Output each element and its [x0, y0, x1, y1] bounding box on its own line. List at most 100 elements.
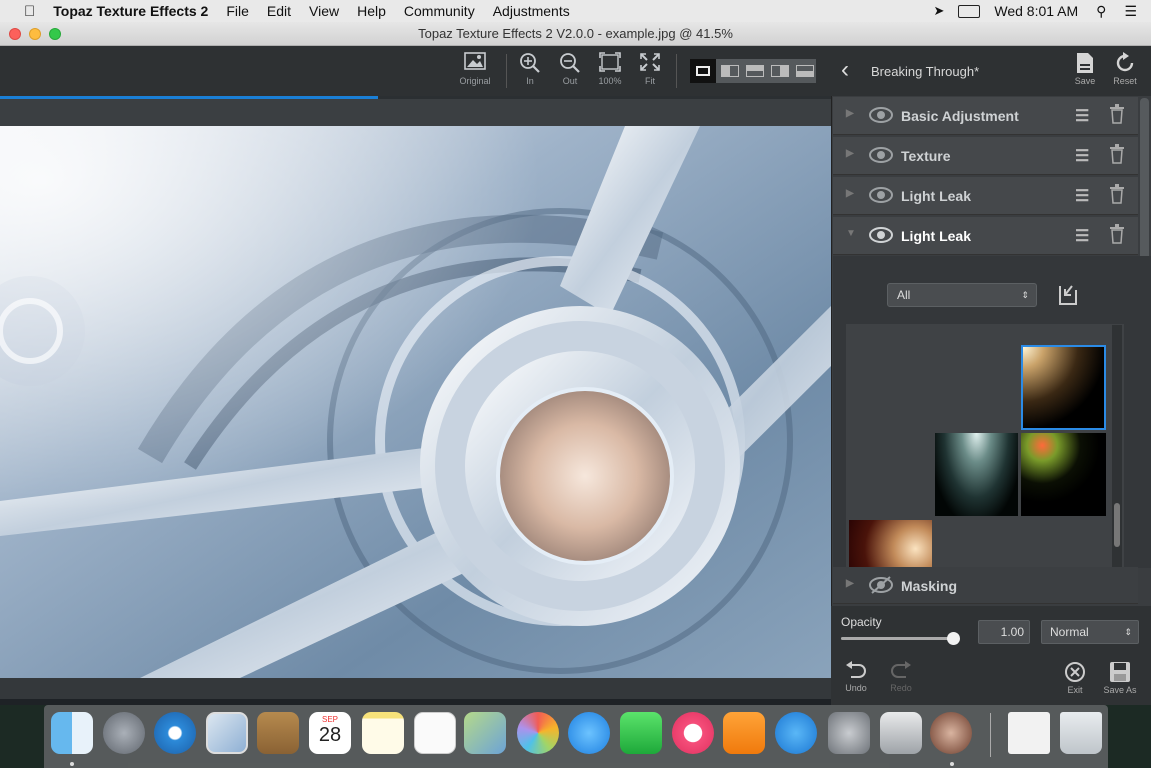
notes-icon[interactable] — [362, 712, 404, 754]
document-icon[interactable] — [1008, 712, 1050, 754]
display-icon[interactable] — [958, 4, 981, 18]
original-button[interactable]: Original — [454, 52, 496, 86]
stacked-view-button[interactable] — [796, 65, 814, 77]
installer-icon[interactable] — [880, 712, 922, 754]
thumbnail[interactable] — [849, 520, 932, 568]
thumbnail[interactable] — [1021, 433, 1106, 516]
fit-label: Fit — [645, 76, 655, 86]
clock[interactable]: Wed 8:01 AM — [994, 3, 1078, 19]
menu-file[interactable]: File — [226, 3, 249, 19]
hamburger-menu-icon[interactable]: ☰ — [1075, 186, 1089, 206]
app-menu[interactable]: Topaz Texture Effects 2 — [53, 3, 208, 19]
thumbnail-scroll-thumb[interactable] — [1114, 503, 1120, 547]
zoom-out-button[interactable]: Out — [549, 52, 591, 86]
opacity-slider-knob[interactable] — [947, 632, 960, 645]
thumbnail-scroll-track[interactable] — [1112, 325, 1122, 567]
photos-icon[interactable] — [517, 712, 559, 754]
save-document-icon — [1077, 53, 1093, 73]
import-icon[interactable] — [1056, 284, 1078, 306]
close-button[interactable] — [9, 28, 21, 40]
blend-mode-select[interactable]: Normal ⇕ — [1041, 620, 1139, 644]
apple-icon[interactable]:  — [24, 3, 35, 20]
finder-icon[interactable] — [51, 712, 93, 754]
eye-icon — [869, 187, 893, 203]
split-horizontal-button[interactable] — [746, 65, 764, 77]
layer-texture[interactable]: ▶ Texture ☰ — [833, 137, 1138, 175]
save-as-button[interactable]: Save As — [1099, 661, 1141, 695]
layer-light-leak-2[interactable]: ▼ Light Leak ☰ — [833, 217, 1138, 255]
itunes-icon[interactable] — [672, 712, 714, 754]
zoom-in-label: In — [526, 76, 534, 86]
select-arrows-icon: ⇕ — [1124, 627, 1132, 637]
location-icon[interactable]: ➤ — [933, 3, 944, 19]
redo-button[interactable]: Redo — [886, 661, 916, 693]
expand-arrow-icon[interactable]: ▶ — [846, 578, 854, 589]
single-view-button[interactable] — [690, 59, 716, 83]
menu-edit[interactable]: Edit — [267, 3, 291, 19]
window-title: Topaz Texture Effects 2 V2.0.0 - example… — [418, 26, 733, 41]
reminders-icon[interactable] — [414, 712, 456, 754]
maps-icon[interactable] — [464, 712, 506, 754]
search-icon[interactable]: ⚲ — [1096, 3, 1106, 20]
calendar-icon[interactable]: SEP 28 — [309, 712, 351, 754]
mail-icon[interactable] — [206, 712, 248, 754]
layer-name: Basic Adjustment — [901, 108, 1019, 124]
topaz-texture-effects-icon[interactable] — [930, 712, 972, 754]
thumbnail[interactable] — [935, 433, 1018, 516]
expand-arrow-icon[interactable]: ▶ — [846, 148, 854, 159]
facetime-icon[interactable] — [620, 712, 662, 754]
light-leak-thumbnails — [846, 324, 1124, 568]
notification-center-icon[interactable]: ☰ — [1124, 3, 1137, 20]
hamburger-menu-icon[interactable]: ☰ — [1075, 226, 1089, 246]
eye-slash-icon — [869, 576, 893, 594]
opacity-slider-fill — [841, 637, 953, 640]
app-store-icon[interactable] — [775, 712, 817, 754]
split-vertical-button[interactable] — [721, 65, 739, 77]
calendar-day: 28 — [318, 724, 342, 746]
canvas-footer — [0, 678, 831, 699]
eye-icon — [869, 147, 893, 163]
zoom-button[interactable] — [49, 28, 61, 40]
menu-community[interactable]: Community — [404, 3, 475, 19]
side-by-side-button[interactable] — [771, 65, 789, 77]
zoom-100-button[interactable]: 100% — [589, 52, 631, 86]
zoom-in-button[interactable]: In — [509, 52, 551, 86]
layer-basic-adjustment[interactable]: ▶ Basic Adjustment ☰ — [833, 97, 1138, 135]
trash-icon — [1110, 224, 1124, 244]
layer-masking[interactable]: ▶ Masking — [833, 567, 1138, 604]
hamburger-menu-icon[interactable]: ☰ — [1075, 106, 1089, 126]
layer-light-leak-1[interactable]: ▶ Light Leak ☰ — [833, 177, 1138, 215]
layer-controls: Opacity 1.00 Normal ⇕ Undo Redo Exit Sav… — [831, 606, 1151, 705]
trash-icon[interactable] — [1060, 712, 1102, 754]
safari-icon[interactable] — [154, 712, 196, 754]
launchpad-icon[interactable] — [103, 712, 145, 754]
back-icon[interactable]: ‹ — [841, 56, 849, 84]
opacity-input[interactable]: 1.00 — [978, 620, 1030, 644]
save-button[interactable]: Save — [1071, 52, 1099, 86]
undo-button[interactable]: Undo — [841, 661, 871, 693]
zoom-out-icon — [549, 52, 591, 76]
menu-adjustments[interactable]: Adjustments — [493, 3, 570, 19]
fit-button[interactable]: Fit — [629, 52, 671, 86]
messages-icon[interactable] — [568, 712, 610, 754]
system-preferences-icon[interactable] — [828, 712, 870, 754]
category-select[interactable]: All ⇕ — [887, 283, 1037, 307]
contacts-icon[interactable] — [257, 712, 299, 754]
menu-help[interactable]: Help — [357, 3, 386, 19]
hamburger-menu-icon[interactable]: ☰ — [1075, 146, 1089, 166]
reset-button[interactable]: Reset — [1109, 52, 1141, 86]
exit-button[interactable]: Exit — [1060, 661, 1090, 695]
thumbnail-selected[interactable] — [1021, 345, 1106, 430]
window-titlebar: Topaz Texture Effects 2 V2.0.0 - example… — [0, 22, 1151, 46]
opacity-slider[interactable] — [841, 632, 960, 645]
expand-arrow-icon[interactable]: ▶ — [846, 188, 854, 199]
menu-view[interactable]: View — [309, 3, 339, 19]
panel-scrollbar[interactable] — [1140, 98, 1149, 268]
preview-image[interactable] — [0, 126, 831, 678]
expand-arrow-icon[interactable]: ▶ — [846, 108, 854, 119]
minimize-button[interactable] — [29, 28, 41, 40]
ibooks-icon[interactable] — [723, 712, 765, 754]
preset-title: Breaking Through* — [871, 64, 980, 79]
layer-name: Light Leak — [901, 228, 972, 244]
collapse-arrow-icon[interactable]: ▼ — [846, 228, 856, 239]
